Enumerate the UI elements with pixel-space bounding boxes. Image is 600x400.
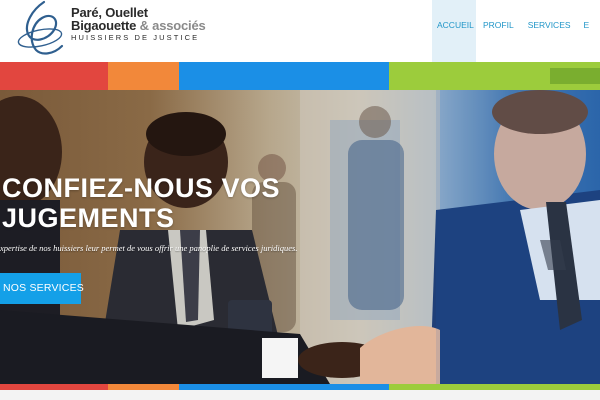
nav-item-truncated[interactable]: E [578,0,590,62]
stripe-red [0,62,108,90]
nav-item-accueil[interactable]: ACCUEIL [432,0,476,62]
hero-banner: Confiez-nous vos jugements xpertise de n… [0,90,600,384]
color-stripe [0,62,600,90]
stripe-green-tab [550,68,600,84]
page-below-fold [0,390,600,400]
logo[interactable]: Paré, Ouellet Bigaouette & associés HUIS… [14,0,206,58]
stripe-orange [108,62,179,90]
hero-subtitle: xpertise de nos huissiers leur permet de… [0,243,298,253]
main-nav: ACCUEIL PROFIL SERVICES E [432,0,589,62]
hero-overlay [436,90,600,384]
nav-item-services[interactable]: SERVICES [521,0,578,62]
logo-name-bigaouette: Bigaouette [71,18,137,33]
hero-title: Confiez-nous vos jugements [2,173,281,233]
logo-tagline: HUISSIERS DE JUSTICE [71,33,200,42]
stripe-blue [179,62,389,90]
site-header: Paré, Ouellet Bigaouette & associés HUIS… [0,0,600,62]
logo-mark-icon [17,0,64,55]
logo-name-associes: & associés [136,18,206,33]
logo-name-line2: Bigaouette & associés [71,18,206,33]
nav-item-profil[interactable]: PROFIL [476,0,521,62]
nos-services-button[interactable]: NOS SERVICES [0,273,84,304]
